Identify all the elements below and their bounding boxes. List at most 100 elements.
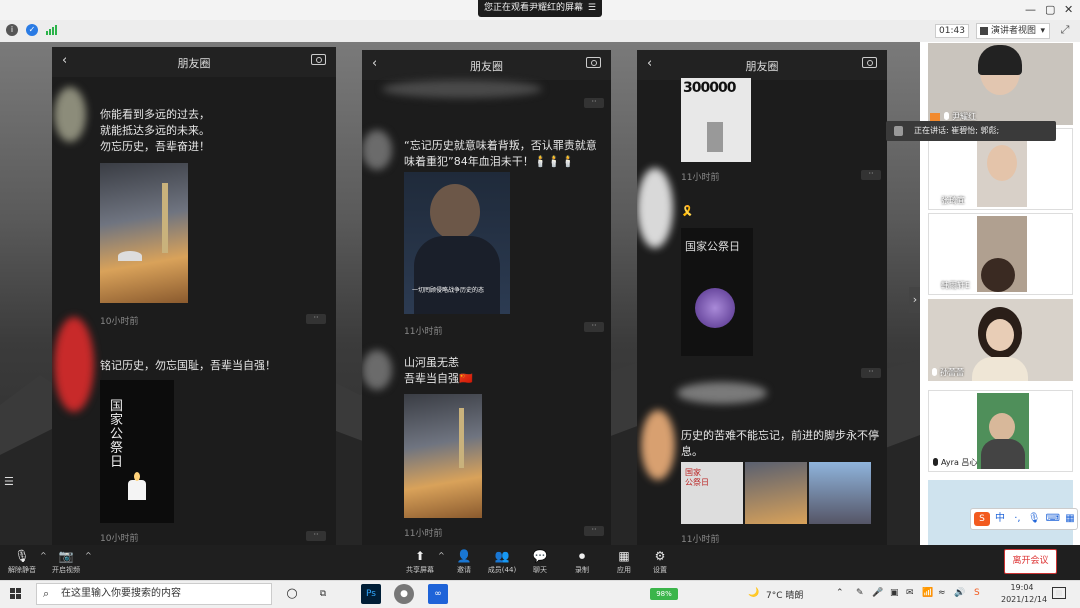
post-image[interactable]: 300000 — [681, 78, 751, 162]
invite-label: 邀请 — [457, 566, 471, 574]
video-off-icon: 📷 — [58, 549, 74, 563]
sogou-icon: S — [974, 512, 990, 526]
participant-name: 张琦宜 — [941, 196, 965, 205]
image-title: 国家公祭日 — [685, 240, 740, 253]
share-screen-button[interactable]: ⬆ 共享屏幕 — [400, 549, 440, 575]
post-text: 铭记历史，勿忘国耻，吾辈当自强！ — [100, 359, 276, 372]
video-tile[interactable]: Ayra 吕心 — [928, 390, 1073, 472]
members-button[interactable]: 👥 成员(44) — [482, 549, 522, 575]
search-icon: ⌕ — [43, 587, 50, 600]
camera-icon[interactable] — [311, 54, 326, 65]
camera-icon[interactable] — [862, 57, 877, 68]
clock-time: 19:04 — [1010, 583, 1034, 592]
participant-face — [986, 319, 1014, 351]
notification-icon[interactable]: ▤ — [1052, 587, 1066, 599]
keyboard-icon[interactable]: ⌨ — [1046, 513, 1060, 524]
avatar-blur — [54, 87, 86, 142]
leave-meeting-button[interactable]: 离开会议 — [1004, 549, 1057, 574]
post-image[interactable]: 一切罔顾侵略战争历史的态 — [404, 172, 510, 314]
task-view-icon[interactable]: ⧉ — [313, 584, 333, 604]
post-image[interactable] — [404, 394, 482, 518]
more-button[interactable]: ·· — [306, 314, 326, 324]
shield-icon[interactable]: ✓ — [26, 24, 38, 36]
wifi-icon[interactable]: ≈ — [938, 588, 946, 598]
grid-icon[interactable]: ▦ — [1065, 513, 1074, 524]
mic-icon — [944, 112, 949, 120]
taskbar-search-input[interactable]: ⌕ 在这里输入你要搜索的内容 — [36, 583, 272, 605]
unmute-button[interactable]: 🎙 解除静音 — [2, 549, 42, 575]
post-image[interactable]: 国 家 公 祭 日 — [100, 380, 174, 523]
ime-mode-label[interactable]: 中 — [995, 513, 1005, 524]
tencent-meeting-icon[interactable]: ∞ — [428, 584, 448, 604]
post-image[interactable] — [100, 163, 188, 303]
chat-button[interactable]: 💬 聊天 — [520, 549, 560, 575]
camera-icon[interactable] — [586, 57, 601, 68]
participant-name: 尹耀红 — [952, 112, 976, 121]
more-button[interactable]: ·· — [861, 368, 881, 378]
post-thumb[interactable] — [745, 462, 807, 524]
moments-title: 朋友圈 — [745, 60, 779, 73]
apps-label: 应用 — [617, 566, 631, 574]
close-button[interactable]: ✕ — [1064, 3, 1073, 16]
windows-start-icon[interactable] — [10, 588, 22, 600]
settings-button[interactable]: ⚙ 设置 — [640, 549, 680, 575]
search-placeholder: 在这里输入你要搜索的内容 — [61, 588, 181, 599]
participant-name: 韩雨轩E — [941, 281, 971, 290]
post-thumb[interactable]: 国家 公祭日 — [681, 462, 743, 524]
sogou-icon[interactable]: S — [974, 588, 980, 598]
tray-icon[interactable]: ▣ — [890, 588, 899, 598]
video-tile[interactable]: 孙蕾蕾 — [928, 299, 1073, 381]
restore-button[interactable]: ▢ — [1045, 3, 1055, 16]
image-caption: 一切罔顾侵略战争历史的态 — [412, 287, 485, 294]
photoshop-icon[interactable]: Ps — [361, 584, 381, 604]
participant-hair — [978, 45, 1022, 75]
person-head — [430, 184, 480, 240]
redacted-blur — [677, 382, 767, 404]
network-icon[interactable]: 📶 — [922, 588, 933, 598]
tray-icon[interactable]: ✉ — [906, 588, 914, 598]
view-mode-button[interactable]: 演讲者视图 ▾ — [976, 23, 1050, 39]
info-icon[interactable]: i — [6, 24, 18, 36]
viewing-banner[interactable]: 您正在观看尹耀红的屏幕 ☰ — [478, 0, 602, 17]
tower-shape — [459, 408, 464, 468]
record-button[interactable]: ⏺ 录制 — [562, 549, 602, 575]
video-tile[interactable]: 尹耀红 — [928, 43, 1073, 125]
mic-icon[interactable]: 🎙 — [1028, 513, 1041, 524]
system-clock[interactable]: 19:04 2021/12/14 — [1001, 582, 1047, 606]
more-button[interactable]: ·· — [861, 170, 881, 180]
tray-icon[interactable]: ⌃ — [836, 588, 844, 598]
ime-toolbar[interactable]: S 中 ·, 🎙 ⌨ ▦ — [970, 508, 1078, 530]
moments-header: ‹ 朋友圈 — [52, 47, 336, 77]
more-button[interactable]: ·· — [584, 322, 604, 332]
more-button[interactable]: ·· — [306, 531, 326, 541]
minimize-button[interactable]: — — [1025, 3, 1036, 16]
tray-icon[interactable]: ✎ — [856, 588, 864, 598]
app-avatar-icon[interactable]: ● — [394, 584, 414, 604]
unmute-label: 解除静音 — [8, 566, 36, 574]
chevron-up-icon[interactable]: ^ — [85, 551, 92, 560]
more-button[interactable]: ·· — [584, 98, 604, 108]
avatar-blur — [362, 350, 392, 390]
apps-button[interactable]: ▦ 应用 — [604, 549, 644, 575]
redacted-blur — [382, 80, 542, 98]
punctuation-icon[interactable]: ·, — [1014, 513, 1020, 524]
post-image[interactable]: 国家公祭日 — [681, 228, 753, 356]
post-text: 山河虽无恙 吾辈当自强🇨🇳 — [404, 356, 473, 385]
start-video-button[interactable]: 📷 开启视频 — [46, 549, 86, 575]
menu-icon[interactable]: ☰ — [588, 0, 596, 17]
avatar-blur — [362, 130, 392, 170]
mic-icon[interactable]: 🎤 — [872, 588, 883, 598]
invite-icon: 👤 — [456, 549, 472, 563]
video-tile[interactable]: 韩雨轩E — [928, 213, 1073, 295]
list-icon[interactable]: ☰ — [4, 475, 14, 488]
fullscreen-icon[interactable]: ⤢ — [1056, 23, 1074, 39]
invite-button[interactable]: 👤 邀请 — [444, 549, 484, 575]
post-text: “忘记历史就意味着背叛，否认罪责就意味着重犯”84年血泪未干！🕯️🕯️🕯️ — [404, 139, 597, 168]
signal-icon[interactable] — [46, 25, 58, 35]
cortana-icon[interactable]: ○ — [282, 584, 302, 604]
post-thumb[interactable] — [809, 462, 871, 524]
record-label: 录制 — [575, 566, 589, 574]
weather-text[interactable]: 7°C 晴朗 — [766, 588, 803, 601]
more-button[interactable]: ·· — [584, 526, 604, 536]
volume-icon[interactable]: 🔊 — [954, 588, 965, 598]
